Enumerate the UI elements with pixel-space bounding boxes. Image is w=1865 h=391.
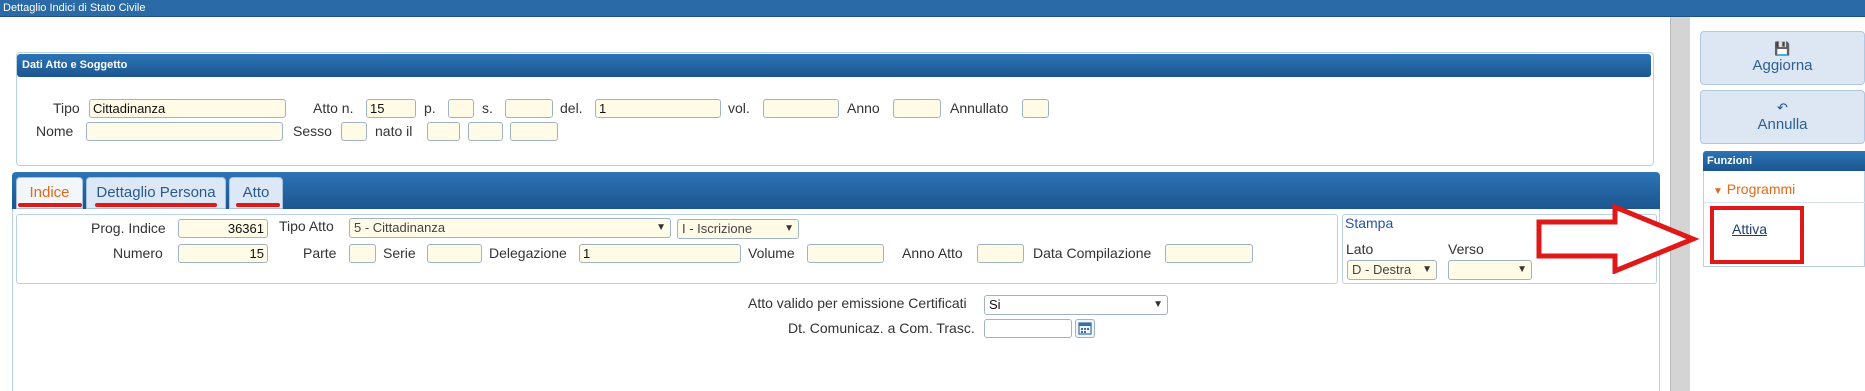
comunicaz-date-field[interactable] xyxy=(984,319,1072,338)
chevron-down-icon: ▼ xyxy=(656,222,666,233)
nome-label: Nome xyxy=(36,123,74,139)
annulla-label: Annulla xyxy=(1757,116,1808,133)
volume-label: Volume xyxy=(748,245,795,261)
tipo-atto-select[interactable]: 5 - Cittadinanza ▼ xyxy=(349,218,671,238)
tipo-label: Tipo xyxy=(53,100,80,116)
lato-value: D - Destra xyxy=(1352,262,1412,277)
anno-atto-label: Anno Atto xyxy=(902,245,963,261)
nome-field[interactable] xyxy=(86,122,283,141)
undo-icon: ↶ xyxy=(1777,100,1788,115)
chevron-down-icon: ▼ xyxy=(1153,299,1163,310)
sesso-field[interactable] xyxy=(341,122,367,141)
volume-field[interactable] xyxy=(807,244,884,263)
serie-field[interactable] xyxy=(427,244,482,263)
section-header-atto: Dati Atto e Soggetto xyxy=(17,54,1651,77)
del-label: del. xyxy=(560,100,583,116)
p-field[interactable] xyxy=(448,99,474,118)
anno-label: Anno xyxy=(847,100,880,116)
annotation-underline-atto xyxy=(236,203,280,207)
sesso-label: Sesso xyxy=(293,123,332,139)
nato-il-day-field[interactable] xyxy=(427,122,460,141)
parte-field[interactable] xyxy=(349,244,376,263)
chevron-down-icon: ▼ xyxy=(1517,264,1527,275)
annotation-highlight-box xyxy=(1710,206,1804,264)
aggiorna-label: Aggiorna xyxy=(1752,57,1813,74)
nato-il-month-field[interactable] xyxy=(468,122,503,141)
nato-il-year-field[interactable] xyxy=(510,122,558,141)
lato-label: Lato xyxy=(1346,241,1374,257)
anno-atto-field[interactable] xyxy=(977,244,1024,263)
tipo-registro-value: I - Iscrizione xyxy=(682,221,753,236)
p-label: p. xyxy=(424,100,436,116)
annotation-arrow-icon xyxy=(1536,204,1700,274)
atto-n-label: Atto n. xyxy=(313,100,354,116)
comunicaz-label: Dt. Comunicaz. a Com. Trasc. xyxy=(788,320,975,336)
atto-n-field[interactable]: 15 xyxy=(366,99,416,118)
anno-field[interactable] xyxy=(893,99,941,118)
tipo-registro-select[interactable]: I - Iscrizione ▼ xyxy=(677,219,799,239)
vol-label: vol. xyxy=(728,100,750,116)
calendar-icon xyxy=(1078,322,1092,335)
aggiorna-button[interactable]: 💾 Aggiorna xyxy=(1700,31,1865,85)
verso-select[interactable]: ▼ xyxy=(1448,260,1532,280)
data-compilazione-label: Data Compilazione xyxy=(1033,245,1152,261)
tipo-field[interactable]: Cittadinanza xyxy=(89,99,286,118)
delegazione-label: Delegazione xyxy=(489,245,567,261)
prog-indice-field[interactable]: 36361 xyxy=(178,219,268,238)
annotation-underline-dettaglio xyxy=(95,203,217,207)
chevron-down-icon: ▼ xyxy=(1422,264,1432,275)
stampa-title: Stampa xyxy=(1345,215,1394,231)
programmi-label: Programmi xyxy=(1726,181,1796,197)
chevron-down-icon: ▼ xyxy=(784,223,794,234)
parte-label: Parte xyxy=(303,245,337,261)
s-field[interactable] xyxy=(505,99,553,118)
calendar-button[interactable] xyxy=(1075,319,1095,338)
valido-certificati-value: Si xyxy=(989,297,1001,312)
verso-label: Verso xyxy=(1448,241,1484,257)
lato-select[interactable]: D - Destra ▼ xyxy=(1347,260,1437,280)
vol-field[interactable] xyxy=(763,99,839,118)
delegazione-field[interactable]: 1 xyxy=(579,244,741,263)
numero-label: Numero xyxy=(113,245,163,261)
programmi-toggle[interactable]: ▼ Programmi xyxy=(1713,181,1795,197)
s-label: s. xyxy=(482,100,493,116)
annotation-underline-indice xyxy=(18,203,82,207)
funzioni-header: Funzioni xyxy=(1703,151,1865,171)
nato-il-label: nato il xyxy=(375,123,413,139)
divider xyxy=(1704,202,1865,203)
annullato-label: Annullato xyxy=(950,100,1009,116)
numero-field[interactable]: 15 xyxy=(178,244,268,263)
window-title: Dettaglio Indici di Stato Civile xyxy=(0,0,1865,17)
valido-certificati-label: Atto valido per emissione Certificati xyxy=(748,295,967,311)
valido-certificati-select[interactable]: Si ▼ xyxy=(984,295,1168,315)
data-compilazione-field[interactable] xyxy=(1165,244,1253,263)
caret-down-icon: ▼ xyxy=(1713,186,1723,197)
annullato-field[interactable] xyxy=(1022,99,1049,118)
tipo-atto-label: Tipo Atto xyxy=(279,218,334,234)
del-field[interactable]: 1 xyxy=(595,99,721,118)
prog-indice-label: Prog. Indice xyxy=(91,220,166,236)
annulla-button[interactable]: ↶ Annulla xyxy=(1700,90,1865,144)
serie-label: Serie xyxy=(383,245,416,261)
save-icon: 💾 xyxy=(1774,41,1791,56)
tipo-atto-value: 5 - Cittadinanza xyxy=(354,220,446,235)
